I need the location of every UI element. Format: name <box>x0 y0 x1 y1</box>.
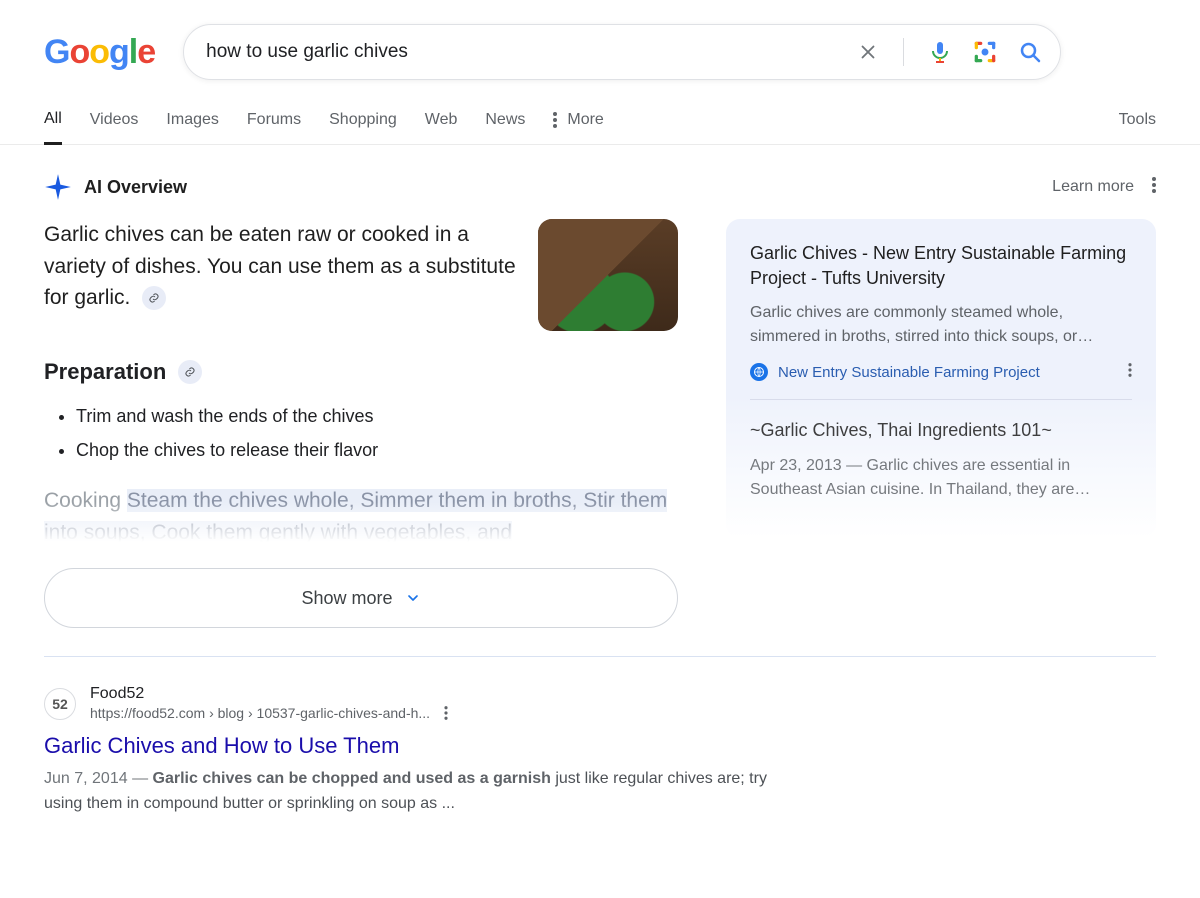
result-url: https://food52.com › blog › 10537-garlic… <box>90 705 430 721</box>
lens-icon[interactable] <box>972 39 998 65</box>
ai-thumbnail[interactable] <box>538 219 678 331</box>
ai-sources-panel: Garlic Chives - New Entry Sustainable Fa… <box>726 219 1156 538</box>
globe-icon <box>750 363 768 381</box>
link-chip-icon[interactable] <box>178 360 202 384</box>
show-more-button[interactable]: Show more <box>44 568 678 628</box>
fade-overlay <box>34 502 688 552</box>
vertical-dots-icon <box>553 112 557 128</box>
prep-step: Chop the chives to release their flavor <box>76 433 678 467</box>
tabs-row: All Videos Images Forums Shopping Web Ne… <box>0 110 1200 145</box>
learn-more-link[interactable]: Learn more <box>1052 178 1134 196</box>
source-snippet: Apr 23, 2013 — Garlic chives are essenti… <box>750 454 1132 502</box>
result-site-name: Food52 <box>90 685 448 703</box>
tab-more-label: More <box>567 111 603 129</box>
result-overflow-menu[interactable] <box>444 706 448 723</box>
tab-shopping[interactable]: Shopping <box>329 111 397 143</box>
google-logo[interactable]: Google <box>44 35 155 69</box>
search-icon[interactable] <box>1018 40 1042 64</box>
source-card[interactable]: ~Garlic Chives, Thai Ingredients 101~ Ap… <box>750 418 1132 519</box>
tab-more[interactable]: More <box>553 111 603 143</box>
divider <box>903 38 904 66</box>
ai-overflow-menu[interactable] <box>1152 177 1156 198</box>
ai-intro-text: Garlic chives can be eaten raw or cooked… <box>44 223 516 309</box>
source-site: New Entry Sustainable Farming Project <box>778 364 1040 381</box>
tab-news[interactable]: News <box>485 111 525 143</box>
clear-icon[interactable] <box>857 41 879 63</box>
tab-all[interactable]: All <box>44 110 62 145</box>
sparkle-icon <box>44 173 72 201</box>
tab-web[interactable]: Web <box>425 111 458 143</box>
prep-step: Trim and wash the ends of the chives <box>76 399 678 433</box>
source-overflow-menu[interactable] <box>1128 363 1132 381</box>
tab-videos[interactable]: Videos <box>90 111 139 143</box>
result-title-link[interactable]: Garlic Chives and How to Use Them <box>44 733 804 759</box>
result-snippet: Jun 7, 2014 — Garlic chives can be chopp… <box>44 767 804 817</box>
source-title: Garlic Chives - New Entry Sustainable Fa… <box>750 241 1132 291</box>
tab-images[interactable]: Images <box>166 111 218 143</box>
show-more-label: Show more <box>301 588 392 609</box>
tab-forums[interactable]: Forums <box>247 111 301 143</box>
divider <box>44 656 1156 657</box>
result-favicon: 52 <box>44 688 76 720</box>
source-snippet: Garlic chives are commonly steamed whole… <box>750 301 1132 349</box>
search-result: 52 Food52 https://food52.com › blog › 10… <box>44 685 804 816</box>
link-chip-icon[interactable] <box>142 286 166 310</box>
source-card[interactable]: Garlic Chives - New Entry Sustainable Fa… <box>750 241 1132 400</box>
source-title: ~Garlic Chives, Thai Ingredients 101~ <box>750 418 1132 443</box>
chevron-down-icon <box>405 590 421 606</box>
search-input[interactable] <box>206 41 857 63</box>
preparation-heading: Preparation <box>44 359 166 385</box>
ai-overview-label: AI Overview <box>84 177 187 198</box>
mic-icon[interactable] <box>928 40 952 64</box>
search-box[interactable] <box>183 24 1061 80</box>
tools-button[interactable]: Tools <box>1119 111 1156 143</box>
